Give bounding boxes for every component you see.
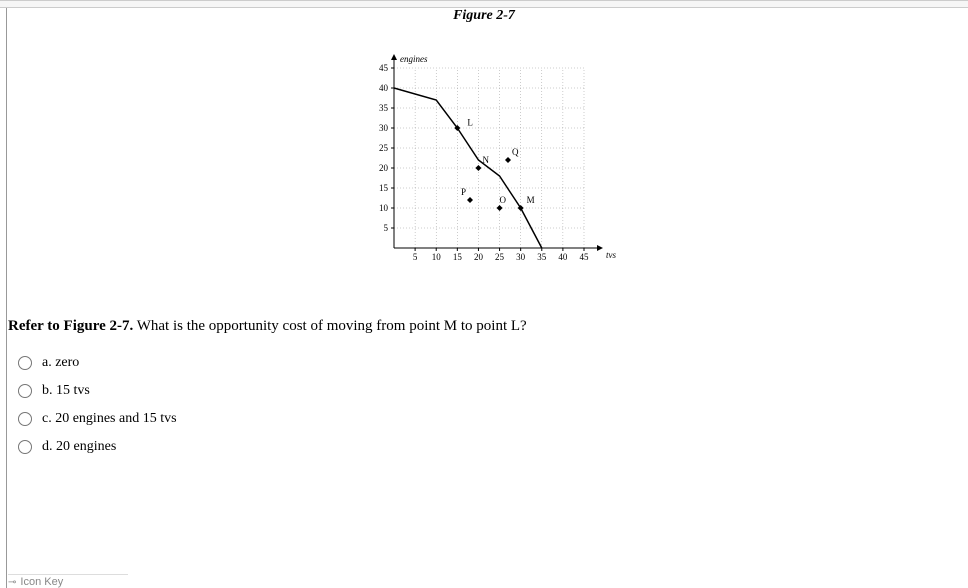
svg-text:tvs: tvs (606, 250, 616, 260)
svg-text:40: 40 (558, 252, 568, 262)
svg-text:L: L (467, 118, 473, 128)
svg-text:Q: Q (512, 147, 519, 157)
figure-title: Figure 2-7 (0, 8, 968, 24)
svg-text:M: M (527, 195, 535, 205)
key-icon: ⊸ (8, 577, 16, 588)
svg-text:P: P (461, 187, 466, 197)
left-border (6, 8, 7, 588)
svg-text:15: 15 (379, 183, 389, 193)
svg-text:10: 10 (432, 252, 442, 262)
svg-text:25: 25 (379, 143, 389, 153)
option-d[interactable]: d. 20 engines (18, 433, 968, 461)
question-body: What is the opportunity cost of moving f… (133, 318, 526, 334)
svg-text:5: 5 (384, 223, 389, 233)
answer-options: a. zero b. 15 tvs c. 20 engines and 15 t… (0, 335, 968, 461)
option-b-label: b. 15 tvs (42, 383, 90, 399)
svg-text:45: 45 (379, 63, 389, 73)
question-prefix: Refer to Figure 2-7. (8, 318, 133, 334)
svg-text:O: O (500, 195, 507, 205)
ppf-chart: 5 10 15 20 25 30 35 40 45 5 10 15 20 25 30 35 40 45 engine… (334, 48, 634, 278)
option-c[interactable]: c. 20 engines and 15 tvs (18, 405, 968, 433)
svg-text:35: 35 (537, 252, 547, 262)
svg-text:45: 45 (580, 252, 590, 262)
footer-icon-key: ⊸ Icon Key (8, 574, 128, 588)
svg-text:5: 5 (413, 252, 418, 262)
svg-text:35: 35 (379, 103, 389, 113)
svg-text:30: 30 (516, 252, 526, 262)
option-b[interactable]: b. 15 tvs (18, 377, 968, 405)
svg-text:25: 25 (495, 252, 505, 262)
svg-text:10: 10 (379, 203, 389, 213)
option-c-label: c. 20 engines and 15 tvs (42, 411, 177, 427)
svg-text:30: 30 (379, 123, 389, 133)
option-d-label: d. 20 engines (42, 439, 116, 455)
option-a[interactable]: a. zero (18, 349, 968, 377)
svg-text:15: 15 (453, 252, 463, 262)
option-d-radio[interactable] (18, 440, 32, 454)
option-a-label: a. zero (42, 355, 79, 371)
svg-text:engines: engines (400, 54, 428, 64)
svg-text:20: 20 (474, 252, 484, 262)
svg-text:20: 20 (379, 163, 389, 173)
footer-label: Icon Key (20, 576, 63, 588)
question-text: Refer to Figure 2-7. What is the opportu… (0, 318, 968, 335)
option-b-radio[interactable] (18, 384, 32, 398)
svg-text:40: 40 (379, 83, 389, 93)
svg-text:N: N (482, 155, 489, 165)
top-bar (0, 0, 968, 8)
chart-svg: 5 10 15 20 25 30 35 40 45 5 10 15 20 25 30 35 40 45 engine… (334, 48, 634, 278)
option-a-radio[interactable] (18, 356, 32, 370)
option-c-radio[interactable] (18, 412, 32, 426)
